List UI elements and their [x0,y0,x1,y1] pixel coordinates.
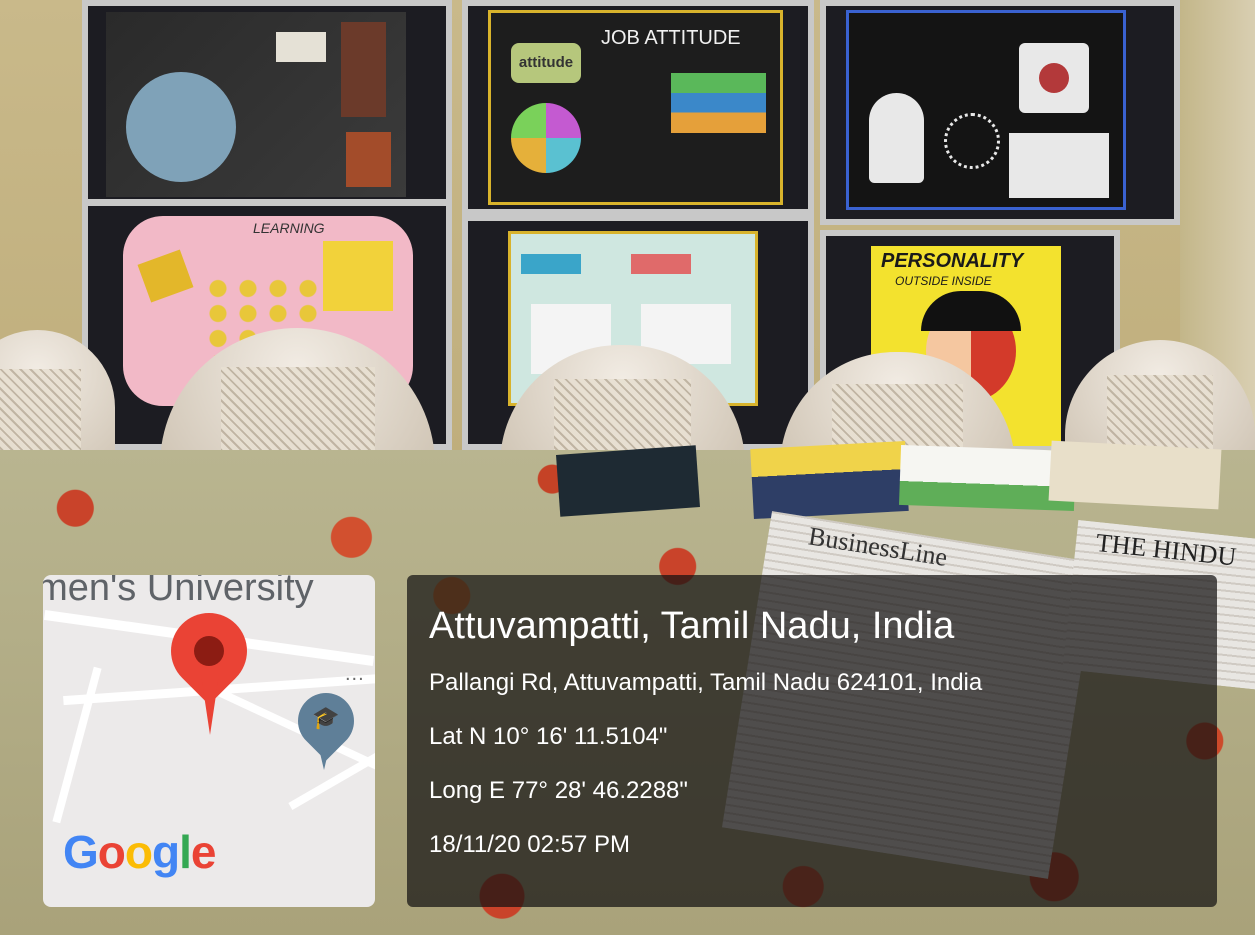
display-board-top-left [82,0,452,205]
display-board-top-right [820,0,1180,225]
school-pin-tail [317,740,331,770]
location-info-panel: Attuvampatti, Tamil Nadu, India Pallangi… [407,575,1217,907]
newspaper-masthead: THE HINDU [1094,528,1238,572]
magazine [556,445,700,517]
address-text: Pallangi Rd, Attuvampatti, Tamil Nadu 62… [429,669,983,696]
poster-diagrams [846,10,1126,210]
google-logo-letter: e [190,826,217,878]
google-logo-letter: g [152,826,180,878]
location-pin-dot [194,636,224,666]
location-pin-tail [201,675,219,735]
poster-personality-subtitle: OUTSIDE INSIDE [895,274,992,288]
map-place-label: omen's University [43,575,314,609]
timestamp-text: 18/11/20 02:57 PM [429,831,631,858]
poster-attitude-label: attitude [511,43,581,83]
poster-job-attitude: attitude JOB ATTITUDE [488,10,783,205]
magazine [750,440,909,520]
map-road [52,666,102,824]
place-name: Attuvampatti, Tamil Nadu, India [429,605,955,647]
longitude-text: Long E 77° 28' 46.2288" [429,777,688,804]
poster-job-attitude-title: JOB ATTITUDE [601,27,741,49]
google-logo: Google [63,825,217,879]
google-logo-letter: l [179,826,192,878]
graduation-cap-icon: 🎓 [312,705,340,730]
google-logo-letter: G [63,826,99,878]
poster-collage [106,12,406,197]
latitude-text: Lat N 10° 16' 11.5104" [429,723,668,750]
google-logo-letter: o [124,826,153,878]
google-logo-letter: o [97,826,126,878]
display-board-top-center: attitude JOB ATTITUDE [462,0,814,215]
poster-learning-title: LEARNING [253,220,325,236]
booklet [1048,440,1222,510]
map-thumbnail[interactable]: omen's University 🎓 ... Google [43,575,375,907]
poster-personality-title: PERSONALITY [881,250,1024,272]
more-icon: ... [345,663,365,685]
